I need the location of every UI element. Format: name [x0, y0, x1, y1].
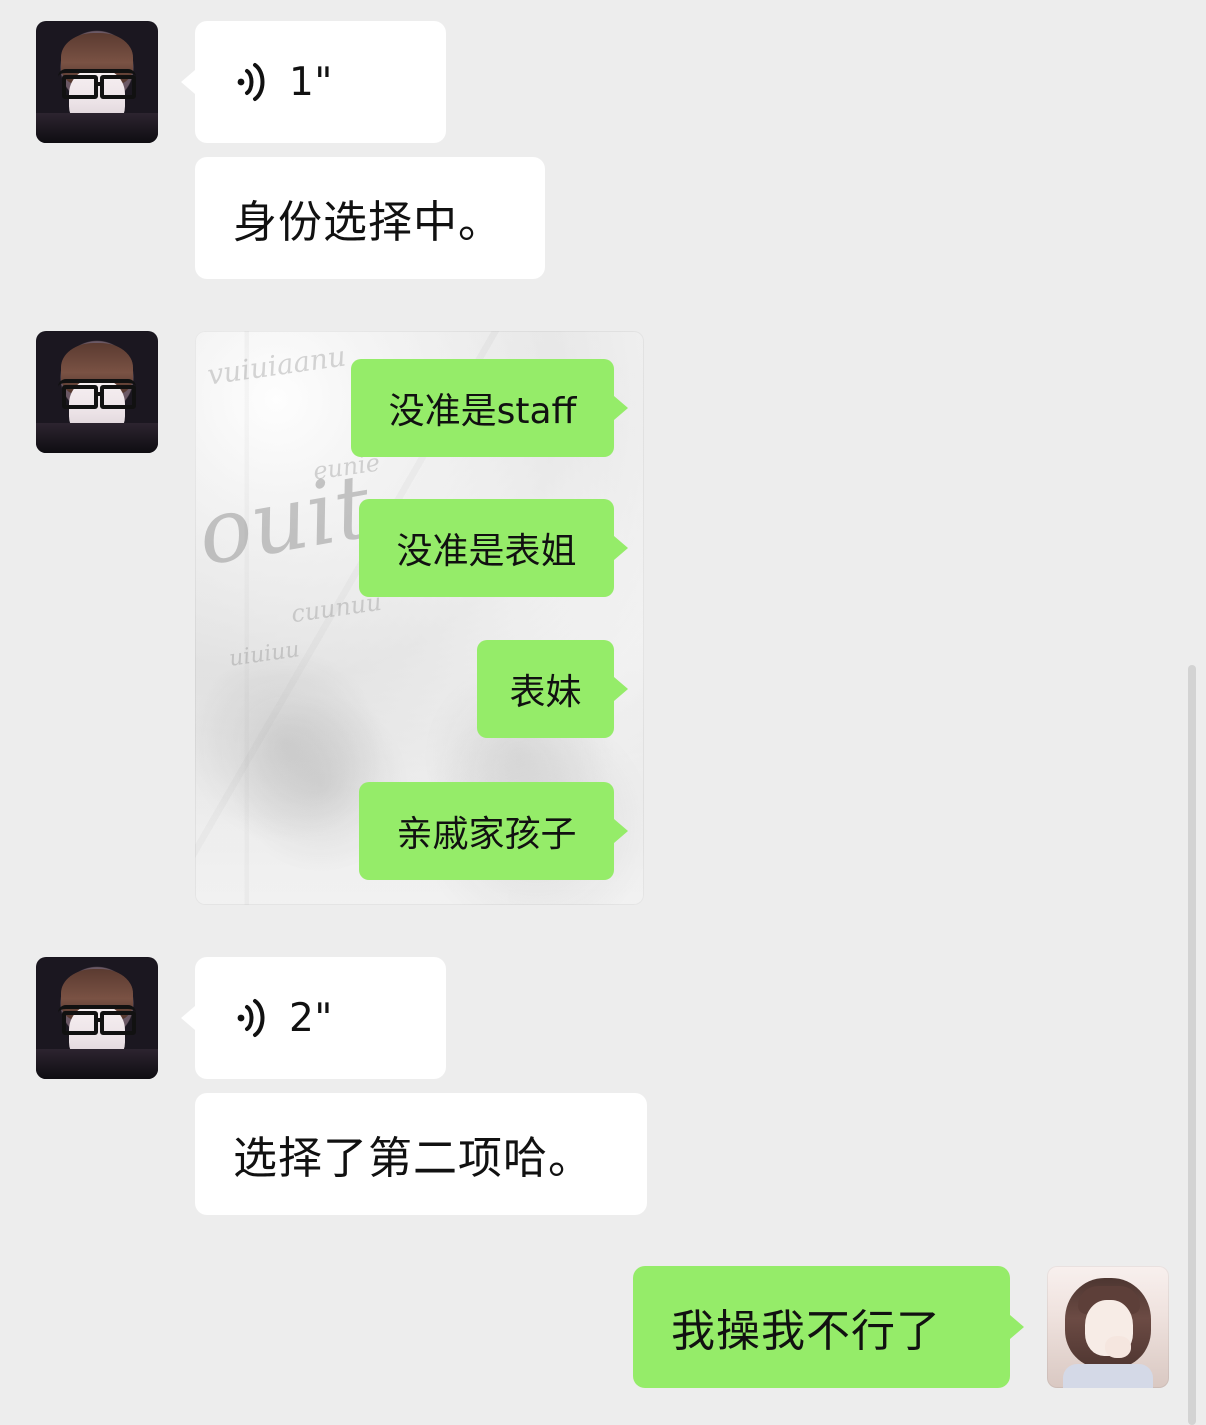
voice-message-1[interactable]: 1": [195, 21, 446, 143]
sticker-bubble-text: 没准是表姐: [396, 531, 577, 572]
user-avatar[interactable]: [1047, 1266, 1169, 1388]
glasses-left: [62, 1011, 98, 1035]
sticker-bubble-text: 亲戚家孩子: [396, 814, 577, 855]
sticker-bubble-4: 亲戚家孩子: [359, 782, 614, 880]
glasses-right: [100, 385, 136, 409]
sticker-bubble-text: 没准是staff: [388, 391, 577, 432]
glasses-right: [100, 75, 136, 99]
glasses-bridge: [94, 392, 104, 396]
contact-avatar[interactable]: [36, 21, 158, 143]
glasses-bridge: [94, 82, 104, 86]
voice-message-2[interactable]: 2": [195, 957, 446, 1079]
voice-duration: 2": [289, 995, 333, 1041]
chat-scrollbar[interactable]: [1188, 665, 1196, 1425]
avatar-shirt: [36, 1049, 158, 1079]
glasses-bridge: [94, 1018, 104, 1022]
contact-avatar[interactable]: [36, 331, 158, 453]
contact-avatar[interactable]: [36, 957, 158, 1079]
sticker-message[interactable]: vuiuiaanu ouit... eunie cuunuu uiuiuu 没准…: [195, 331, 644, 905]
sticker-script-1: vuiuiaanu: [205, 339, 348, 392]
outgoing-message: 我操我不行了: [633, 1266, 1010, 1388]
message-text: 我操我不行了: [671, 1306, 941, 1357]
text-message-2: 选择了第二项哈。: [195, 1093, 647, 1215]
voice-wave-icon: [237, 63, 265, 101]
message-text: 选择了第二项哈。: [233, 1133, 593, 1184]
message-text: 身份选择中。: [233, 197, 503, 248]
glasses-right: [100, 1011, 136, 1035]
sticker-bubble-2: 没准是表姐: [359, 499, 614, 597]
voice-wave-icon: [237, 999, 265, 1037]
avatar-shirt: [1063, 1364, 1153, 1388]
glasses-left: [62, 75, 98, 99]
avatar-shirt: [36, 423, 158, 453]
avatar-hand: [1105, 1336, 1131, 1358]
voice-duration: 1": [289, 59, 333, 105]
sticker-bubble-1: 没准是staff: [351, 359, 614, 457]
sticker-bubble-text: 表妹: [509, 672, 582, 713]
text-message-1: 身份选择中。: [195, 157, 545, 279]
sticker-bubble-3: 表妹: [477, 640, 614, 738]
sticker-script-5: uiuiuu: [227, 637, 302, 672]
glasses-left: [62, 385, 98, 409]
avatar-shirt: [36, 113, 158, 143]
